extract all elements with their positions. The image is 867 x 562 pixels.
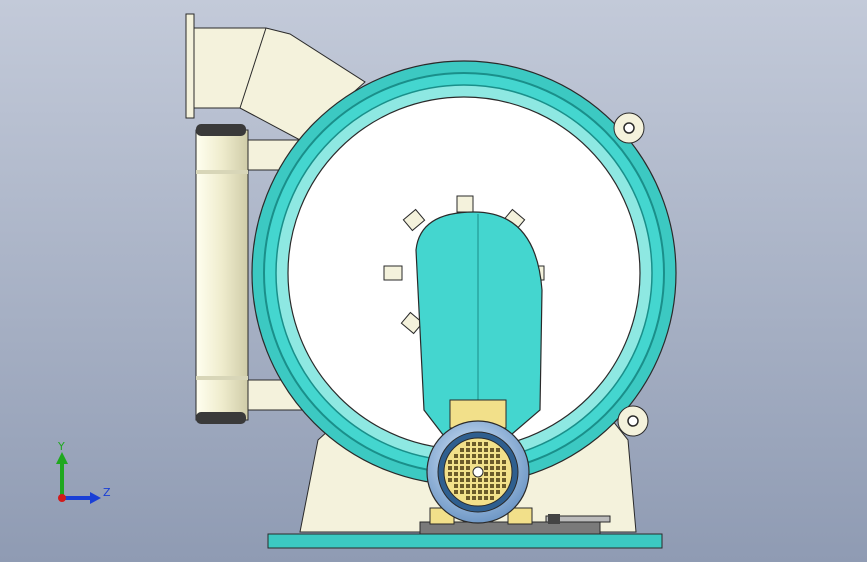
fan-grid-cell [472,490,476,494]
fan-grid-cell [490,454,494,458]
fan-grid-cell [472,484,476,488]
fan-grid-cell [484,442,488,446]
fan-grid-cell [496,454,500,458]
fan-grid-cell [484,490,488,494]
fan-grid-cell [478,478,482,482]
fan-grid-cell [460,490,464,494]
fan-grid-cell [496,460,500,464]
fan-grid-cell [496,484,500,488]
fan-grid-cell [460,466,464,470]
fan-grid-cell [478,490,482,494]
fan-grid-cell [466,484,470,488]
fan-grid-cell [490,460,494,464]
fan-grid-cell [490,478,494,482]
cad-viewport[interactable]: Y Z [0,0,867,562]
fan-grid-cell [454,466,458,470]
fan-grid-cell [502,478,506,482]
cad-model-view[interactable] [0,0,867,562]
fan-grid-cell [466,478,470,482]
fan-grid-cell [454,490,458,494]
fan-grid-cell [466,466,470,470]
fan-grid-cell [472,454,476,458]
bottom-bearing [196,412,246,424]
fan-grid-cell [454,460,458,464]
fan-grid-cell [478,484,482,488]
z-axis-label: Z [103,486,111,499]
top-bearing [196,124,246,136]
fan-grid-cell [490,466,494,470]
fan-grid-cell [472,478,476,482]
fan-grid-cell [460,448,464,452]
fan-grid-cell [478,454,482,458]
fan-grid-cell [490,496,494,500]
fan-grid-cell [484,478,488,482]
fan-grid-cell [484,460,488,464]
fan-grid-cell [484,484,488,488]
fan-grid-cell [502,472,506,476]
fan-grid-cell [490,490,494,494]
fan-grid-cell [448,466,452,470]
fan-grid-cell [472,448,476,452]
fan-grid-cell [502,466,506,470]
fan-grid-cell [484,466,488,470]
fan-grid-cell [484,454,488,458]
fan-grid-cell [472,460,476,464]
fan-grid-cell [496,490,500,494]
fan-grid-cell [448,472,452,476]
base-plate[interactable] [267,533,663,549]
fan-grid-cell [460,460,464,464]
fan-grid-cell [490,484,494,488]
fan-grid-cell [460,454,464,458]
fan-grid-cell [454,454,458,458]
fan-grid-cell [478,442,482,446]
fan-grid-cell [484,448,488,452]
fan-grid-cell [466,460,470,464]
fan-grid-cell [496,448,500,452]
fan-grid-cell [496,478,500,482]
electric-motor[interactable] [426,420,530,524]
fan-grid-cell [454,478,458,482]
fan-grid-cell [460,478,464,482]
fan-grid-cell [466,490,470,494]
fan-grid-cell [484,472,488,476]
fan-grid-cell [448,460,452,464]
fan-grid-cell [460,484,464,488]
fan-grid-cell [472,496,476,500]
fan-grid-cell [454,484,458,488]
fan-grid-cell [502,460,506,464]
y-axis-label: Y [58,440,65,453]
fan-grid-cell [490,448,494,452]
fan-grid-cell [466,442,470,446]
fan-grid-cell [466,472,470,476]
fan-grid-cell [466,448,470,452]
x-axis-dot [58,494,66,502]
fan-grid-cell [466,454,470,458]
fan-grid-cell [478,496,482,500]
fan-grid-cell [478,460,482,464]
fan-grid-cell [484,496,488,500]
fan-grid-cell [466,496,470,500]
fan-grid-cell [496,466,500,470]
fan-grid-cell [490,472,494,476]
fan-grid-cell [448,478,452,482]
fan-grid-cell [472,442,476,446]
fan-grid-cell [478,448,482,452]
fan-grid-cell [454,472,458,476]
fan-grid-cell [502,484,506,488]
fan-grid-cell [460,472,464,476]
fan-grid-cell [496,472,500,476]
